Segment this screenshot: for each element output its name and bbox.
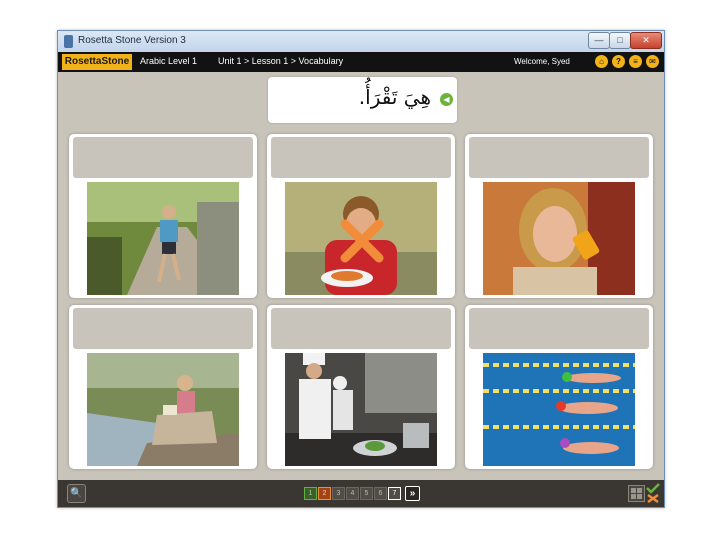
chat-icon[interactable]: ✉	[646, 55, 659, 68]
caption-bar	[73, 137, 253, 178]
bottom-toolbar: 🔍 1 2 3 4 5 6 7 »	[58, 480, 664, 507]
page-6-button[interactable]: 6	[374, 487, 387, 500]
answer-card-chefs-cooking[interactable]	[267, 305, 455, 469]
minimize-button[interactable]: —	[588, 32, 610, 49]
runner-photo	[87, 182, 239, 295]
prompt-text: هِيَ تَقْرَأُ.	[358, 85, 431, 109]
close-button[interactable]: ✕	[630, 32, 662, 49]
window-title: Rosetta Stone Version 3	[78, 35, 186, 46]
woman-drinking-photo	[483, 182, 635, 295]
rosetta-stone-logo: RosettaStone	[62, 54, 132, 70]
check-x-icon[interactable]	[646, 483, 660, 503]
breadcrumb: Unit 1 > Lesson 1 > Vocabulary	[218, 56, 344, 66]
answer-card-woman-reading[interactable]	[69, 305, 257, 469]
menu-icon[interactable]: ≡	[629, 55, 642, 68]
grid-view-icon[interactable]	[628, 485, 645, 502]
lesson-stage: هِيَ تَقْرَأُ. ◀	[58, 72, 664, 480]
app-nav-bar: RosettaStone Arabic Level 1 Unit 1 > Les…	[58, 52, 664, 72]
magnify-icon[interactable]: 🔍	[67, 484, 86, 503]
title-bar: Rosetta Stone Version 3 — □ ✕	[58, 31, 664, 52]
chefs-cooking-photo	[285, 353, 437, 466]
caption-bar	[271, 137, 451, 178]
woman-reading-photo	[87, 353, 239, 466]
app-icon	[64, 35, 73, 48]
page-3-button[interactable]: 3	[332, 487, 345, 500]
home-icon[interactable]: ⌂	[595, 55, 608, 68]
page-7-button[interactable]: 7	[388, 487, 401, 500]
answer-card-woman-drinking[interactable]	[465, 134, 653, 298]
answer-card-swimmers[interactable]	[465, 305, 653, 469]
caption-bar	[271, 308, 451, 349]
help-icon[interactable]: ?	[612, 55, 625, 68]
caption-bar	[469, 308, 649, 349]
incorrect-x-icon	[340, 219, 384, 263]
answer-card-boy-eating[interactable]	[267, 134, 455, 298]
swimmers-photo	[483, 353, 635, 466]
welcome-text: Welcome, Syed	[514, 57, 570, 66]
caption-bar	[73, 308, 253, 349]
next-arrow-button[interactable]: »	[405, 486, 420, 501]
answer-card-runner[interactable]	[69, 134, 257, 298]
page-5-button[interactable]: 5	[360, 487, 373, 500]
course-name: Arabic Level 1	[140, 56, 198, 66]
page-1-button[interactable]: 1	[304, 487, 317, 500]
caption-bar	[469, 137, 649, 178]
maximize-button[interactable]: □	[609, 32, 631, 49]
speaker-icon[interactable]: ◀	[440, 93, 453, 106]
prompt-card[interactable]: هِيَ تَقْرَأُ. ◀	[268, 77, 457, 123]
page-4-button[interactable]: 4	[346, 487, 359, 500]
app-window: Rosetta Stone Version 3 — □ ✕ RosettaSto…	[57, 30, 665, 508]
page-2-button[interactable]: 2	[318, 487, 331, 500]
